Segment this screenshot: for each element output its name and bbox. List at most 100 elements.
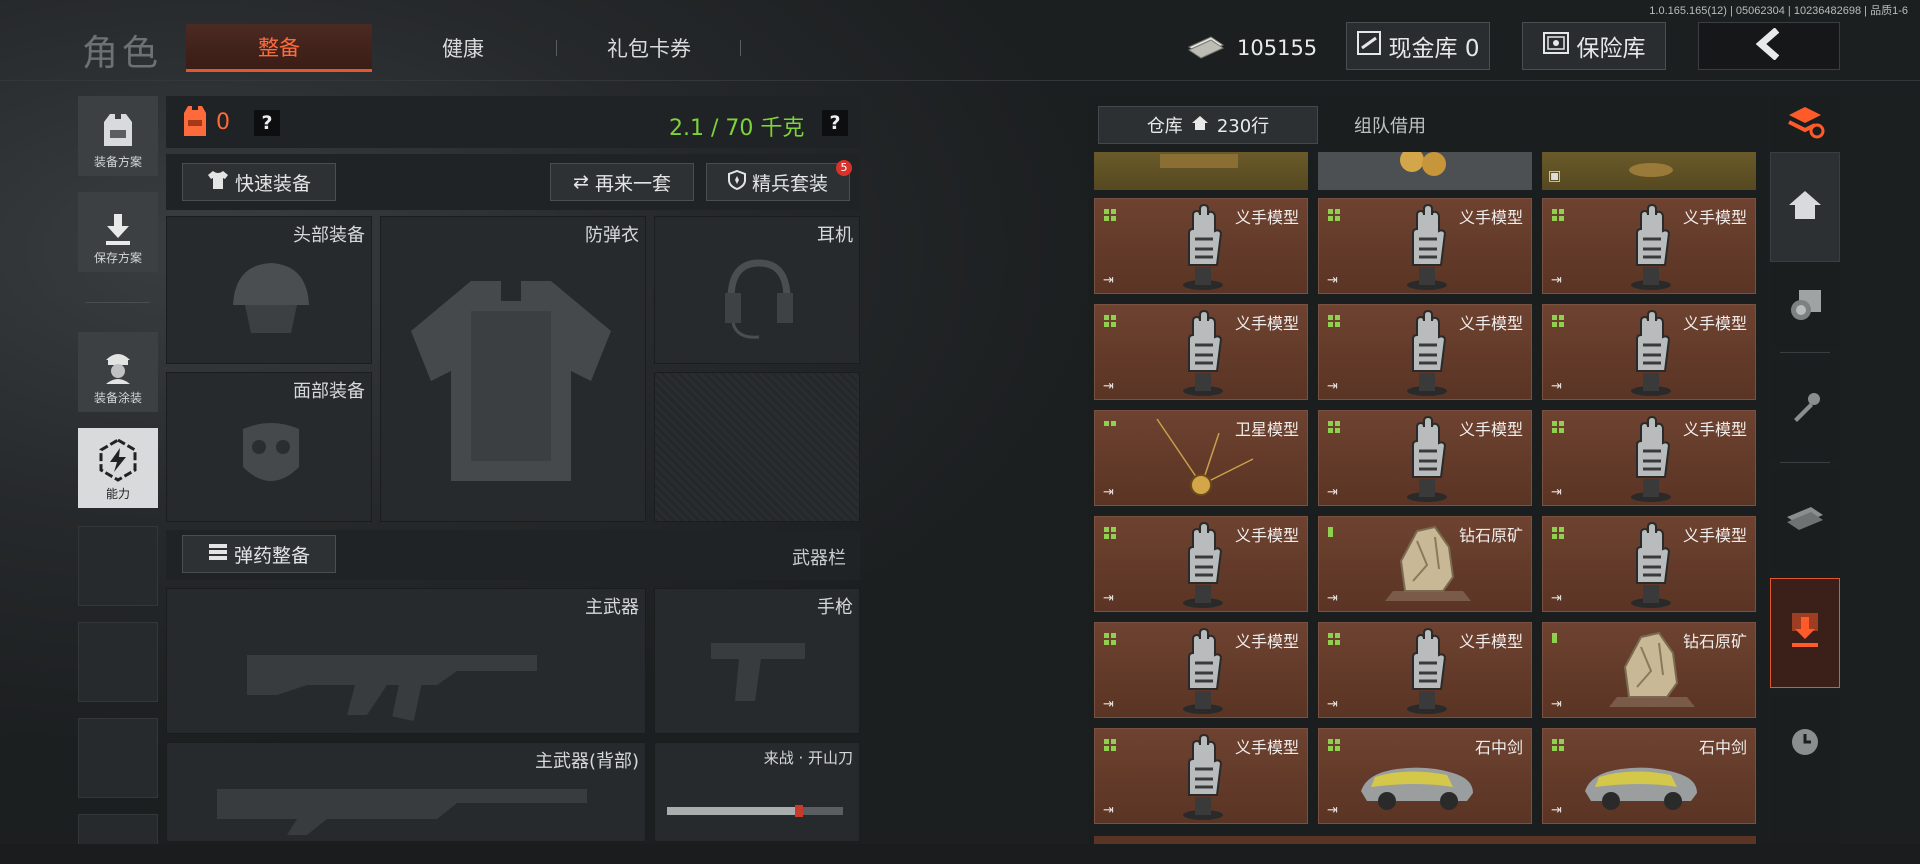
prosthetic-hand-model-icon: [1623, 415, 1679, 507]
ability-button[interactable]: 能力: [78, 428, 158, 508]
extract-icon: ⇥: [1103, 591, 1114, 606]
help-button[interactable]: ?: [254, 110, 280, 136]
deposit-nav-button[interactable]: [1770, 578, 1840, 688]
cash-icon: [1185, 33, 1227, 64]
quality-dots-icon: [1328, 526, 1342, 545]
warehouse-item[interactable]: 义手模型 ⇥: [1318, 410, 1532, 506]
tab-health[interactable]: 健康: [370, 24, 556, 72]
empty-nav-slot: [78, 622, 158, 702]
extract-icon: ⇥: [1551, 485, 1562, 500]
warehouse-tab-label: 仓库: [1146, 116, 1183, 137]
quick-equip-button[interactable]: 快速装备: [182, 163, 336, 201]
warehouse-item[interactable]: 卫星模型 ⇥: [1094, 410, 1308, 506]
warehouse-item[interactable]: 义手模型 ⇥: [1094, 516, 1308, 612]
back-button[interactable]: [1698, 22, 1840, 70]
warehouse-item[interactable]: 钻石原矿 ⇥: [1318, 516, 1532, 612]
item-name: 义手模型: [1234, 208, 1299, 227]
quality-dots-icon: [1104, 632, 1118, 651]
extract-icon: ⇥: [1327, 273, 1338, 288]
extract-icon: ⇥: [1327, 803, 1338, 818]
head-gear-slot[interactable]: 头部装备: [166, 216, 372, 364]
stack-refresh-icon: [1785, 105, 1825, 143]
warehouse-item[interactable]: 钻石原矿 ⇥: [1542, 622, 1756, 718]
mask-icon: [233, 417, 309, 501]
money-value: 105155: [1237, 36, 1318, 60]
ammo-prep-button[interactable]: 弹药整备: [182, 535, 336, 573]
extract-icon: ⇥: [1551, 697, 1562, 712]
cash-vault-button[interactable]: 现金库 0: [1346, 22, 1490, 70]
pistol-label: 手枪: [817, 597, 853, 618]
partial-item[interactable]: ▣: [1542, 152, 1756, 190]
warehouse-item[interactable]: 义手模型 ⇥: [1542, 304, 1756, 400]
item-name: 义手模型: [1234, 738, 1299, 757]
home-nav-button[interactable]: [1770, 152, 1840, 262]
back-arrow-icon: [1755, 27, 1783, 64]
warehouse-item[interactable]: 义手模型 ⇥: [1094, 198, 1308, 294]
warehouse-item[interactable]: 义手模型 ⇥: [1094, 622, 1308, 718]
quality-dots-icon: [1104, 420, 1118, 439]
primary-back-label: 主武器(背部): [534, 751, 639, 772]
elite-set-label: 精兵套装: [751, 172, 828, 195]
warehouse-item[interactable]: 石中剑 ⇥: [1542, 728, 1756, 824]
elite-set-button[interactable]: 精兵套装: [706, 163, 850, 201]
quality-dots-icon: [1552, 420, 1566, 439]
bottom-bar: [0, 844, 1920, 864]
insurance-vault-button[interactable]: 保险库: [1522, 22, 1666, 70]
money-display: 105155: [1185, 28, 1317, 68]
header-divider: [0, 80, 1920, 81]
right-nav-spacer: [1770, 792, 1840, 844]
warehouse-tab[interactable]: 仓库 230行: [1098, 106, 1318, 144]
warehouse-item[interactable]: 义手模型 ⇥: [1318, 622, 1532, 718]
warehouse-item[interactable]: 义手模型 ⇥: [1542, 516, 1756, 612]
partial-item[interactable]: [1318, 148, 1532, 190]
armor-icon: [182, 104, 208, 142]
pouch-nav-button[interactable]: [1770, 262, 1840, 350]
prosthetic-hand-model-icon: [1623, 203, 1679, 295]
sort-button[interactable]: [1770, 96, 1840, 152]
warehouse-item[interactable]: 义手模型 ⇥: [1542, 410, 1756, 506]
home-icon: [1191, 115, 1209, 136]
item-name: 义手模型: [1234, 632, 1299, 651]
soldier-icon: [98, 346, 138, 389]
quality-dots-icon: [1552, 208, 1566, 227]
download-icon: [103, 212, 133, 249]
extract-icon: ⇥: [1551, 273, 1562, 288]
face-gear-slot[interactable]: 面部装备: [166, 372, 372, 522]
warehouse-item[interactable]: 义手模型 ⇥: [1094, 304, 1308, 400]
key-nav-button[interactable]: [1770, 360, 1840, 460]
item-name: 义手模型: [1234, 526, 1299, 545]
warehouse-item[interactable]: 石中剑 ⇥: [1318, 728, 1532, 824]
refresh-icon: ⇄: [573, 171, 589, 193]
body-armor-slot[interactable]: 防弹衣: [380, 216, 646, 522]
partial-item[interactable]: [1094, 152, 1308, 190]
gold-items-icon: [1382, 148, 1472, 186]
warehouse-item[interactable]: 义手模型 ⇥: [1318, 304, 1532, 400]
loadout-plan-button[interactable]: 装备方案: [78, 96, 158, 176]
extract-icon: ⇥: [1103, 485, 1114, 500]
skin-paint-label: 装备涂装: [93, 391, 142, 405]
history-nav-button[interactable]: [1770, 696, 1840, 792]
item-name: 义手模型: [1458, 632, 1523, 651]
skin-paint-button[interactable]: 装备涂装: [78, 332, 158, 412]
melee-slot[interactable]: 来战 · 开山刀: [654, 742, 860, 842]
team-borrow-tab[interactable]: 组队借用: [1320, 106, 1460, 144]
tab-equip[interactable]: 整备: [186, 24, 372, 72]
primary-back-slot[interactable]: 主武器(背部): [166, 742, 646, 842]
prosthetic-hand-model-icon: [1399, 627, 1455, 719]
warehouse-item[interactable]: 义手模型 ⇥: [1318, 198, 1532, 294]
gold-chest-icon: [1154, 152, 1244, 176]
weight-help-button[interactable]: ?: [822, 110, 848, 136]
elite-badge: 5: [836, 160, 852, 176]
cash-nav-button[interactable]: [1770, 470, 1840, 570]
save-plan-button[interactable]: 保存方案: [78, 192, 158, 272]
warehouse-item[interactable]: 义手模型 ⇥: [1094, 728, 1308, 824]
equip-again-button[interactable]: ⇄ 再来一套: [550, 163, 694, 201]
quick-equip-label: 快速装备: [234, 172, 311, 195]
quality-dots-icon: [1552, 526, 1566, 545]
warehouse-item[interactable]: 义手模型 ⇥: [1542, 198, 1756, 294]
primary-weapon-slot[interactable]: 主武器: [166, 588, 646, 734]
helmet-icon: [225, 253, 315, 347]
pistol-slot[interactable]: 手枪: [654, 588, 860, 734]
tab-gift[interactable]: 礼包卡券: [556, 24, 742, 72]
headset-slot[interactable]: 耳机: [654, 216, 860, 364]
